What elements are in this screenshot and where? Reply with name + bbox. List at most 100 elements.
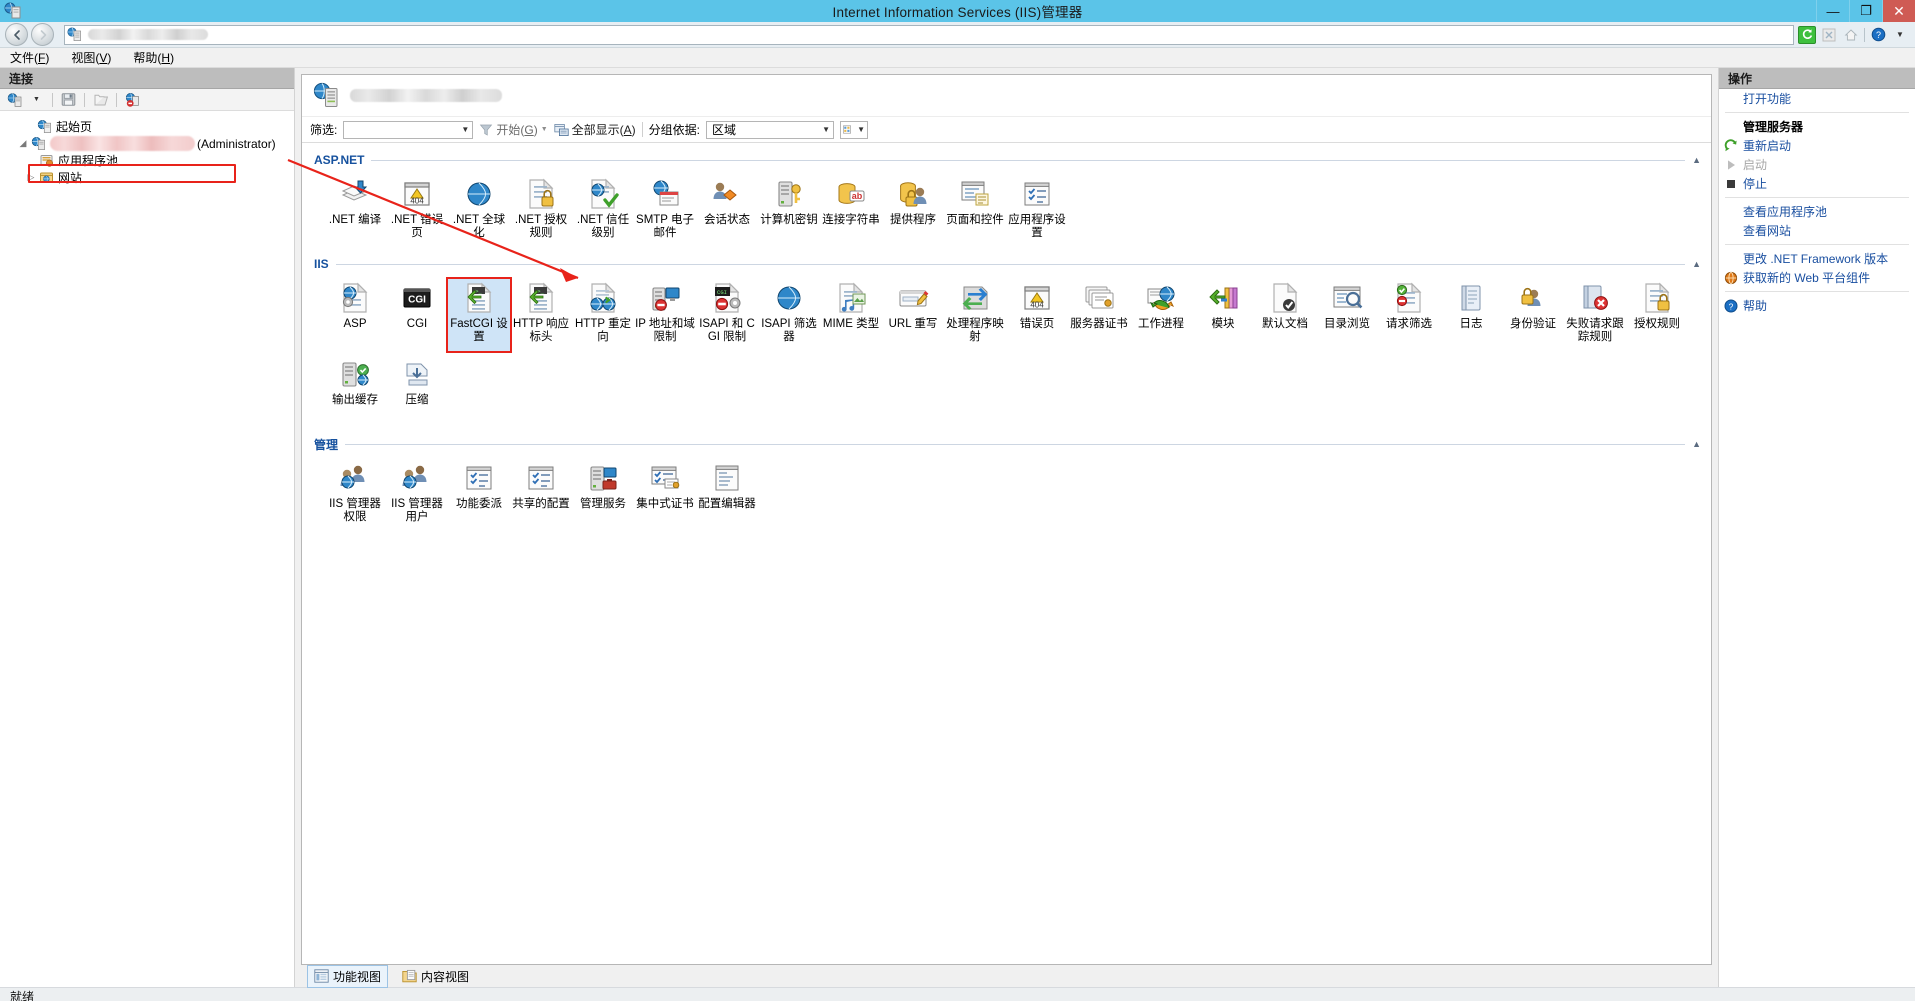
divider	[371, 159, 1686, 161]
feature-tile[interactable]: 页面和控件	[944, 175, 1006, 247]
feature-tile[interactable]: 会话状态	[696, 175, 758, 247]
groupby-select[interactable]: 区域 ▼	[706, 120, 835, 139]
disconnect-icon[interactable]	[124, 91, 141, 108]
toolbar-separator	[641, 122, 643, 137]
home-icon[interactable]	[1842, 26, 1860, 44]
save-icon[interactable]	[60, 91, 77, 108]
address-bar-tools: ? ▼	[1798, 25, 1915, 44]
http-response-headers-icon: >_	[524, 281, 558, 315]
application-settings-icon	[1020, 177, 1054, 211]
chevron-up-icon[interactable]: ▲	[1692, 155, 1701, 165]
tree-item-start-page[interactable]: 起始页	[6, 118, 294, 135]
feature-tiles: IIS 管理器权限 IIS 管理器用户 功能委派 共享的配置 管理服务 集中式证书 配置编辑…	[314, 453, 1701, 535]
feature-tile[interactable]: 管理服务	[572, 459, 634, 531]
feature-tile-label: ISAPI 筛选器	[761, 318, 817, 343]
view-mode-button[interactable]: ▼	[840, 120, 869, 139]
feature-tile[interactable]: 404 .NET 错误页	[386, 175, 448, 247]
maximize-button[interactable]: ❐	[1849, 0, 1882, 22]
tree-expand-twisty[interactable]: ◢	[16, 138, 30, 149]
feature-tile-label: 会话状态	[704, 214, 750, 226]
action-item[interactable]: 查看网站	[1719, 221, 1915, 240]
help-icon[interactable]: ?	[1869, 26, 1887, 44]
action-item[interactable]: 查看应用程序池	[1719, 202, 1915, 221]
filter-go-button[interactable]: 开始(G) ▼	[479, 121, 548, 138]
failed-request-tracing-rules-icon	[1578, 281, 1612, 315]
feature-tile[interactable]: 日志	[1440, 279, 1502, 351]
feature-tile[interactable]: >_ FastCGI 设置	[446, 277, 512, 353]
feature-tile[interactable]: 处理程序映射	[944, 279, 1006, 351]
back-button[interactable]	[5, 23, 28, 46]
feature-tile[interactable]: 功能委派	[448, 459, 510, 531]
feature-tile[interactable]: URL 重写	[882, 279, 944, 351]
refresh-icon[interactable]	[1798, 25, 1816, 44]
feature-tile[interactable]: IIS 管理器用户	[386, 459, 448, 531]
feature-tile[interactable]: 授权规则	[1626, 279, 1688, 351]
divider	[1725, 197, 1909, 198]
connect-to-server-icon[interactable]	[6, 91, 23, 108]
stop-icon[interactable]	[1820, 26, 1838, 44]
toolbar-separator	[84, 92, 85, 107]
feature-tile[interactable]: 计算机密钥	[758, 175, 820, 247]
feature-tile[interactable]: 身份验证	[1502, 279, 1564, 351]
feature-tile[interactable]: ASP	[324, 279, 386, 351]
feature-tile[interactable]: 目录浏览	[1316, 279, 1378, 351]
feature-tile[interactable]: 模块	[1192, 279, 1254, 351]
minimize-button[interactable]: —	[1816, 0, 1849, 22]
feature-tile[interactable]: SMTP 电子邮件	[634, 175, 696, 247]
action-label: 查看网站	[1743, 224, 1792, 238]
action-item[interactable]: 重新启动	[1719, 136, 1915, 155]
menu-file[interactable]: 文件(F)	[10, 49, 49, 66]
feature-tile[interactable]: 服务器证书	[1068, 279, 1130, 351]
feature-tile[interactable]: IP 地址和域限制	[634, 279, 696, 351]
menu-view[interactable]: 视图(V)	[71, 49, 111, 66]
feature-tile[interactable]: HTTP 重定向	[572, 279, 634, 351]
tab-content-view[interactable]: 内容视图	[396, 966, 475, 987]
dropdown-icon[interactable]: ▼	[1891, 26, 1909, 44]
feature-tile-label: 处理程序映射	[946, 318, 1004, 343]
feature-tile[interactable]: 工作进程	[1130, 279, 1192, 351]
forward-button[interactable]	[31, 23, 54, 46]
chevron-up-icon[interactable]: ▲	[1692, 259, 1701, 269]
tree-item-server[interactable]: ◢ (Administrator)	[6, 135, 294, 152]
tab-features-view[interactable]: 功能视图	[307, 964, 389, 988]
close-button[interactable]: ✕	[1882, 0, 1915, 22]
address-input[interactable]	[64, 24, 1794, 45]
feature-tile[interactable]: 失败请求跟踪规则	[1564, 279, 1626, 351]
feature-tile[interactable]: IIS 管理器权限	[324, 459, 386, 531]
feature-tile[interactable]: 404 错误页	[1006, 279, 1068, 351]
feature-tile[interactable]: 提供程序	[882, 175, 944, 247]
feature-tile[interactable]: .NET 编译	[324, 175, 386, 247]
action-item[interactable]: 打开功能	[1719, 89, 1915, 108]
action-item[interactable]: ? 帮助	[1719, 296, 1915, 315]
feature-tile[interactable]: .NET 信任级别	[572, 175, 634, 247]
menu-help[interactable]: 帮助(H)	[133, 49, 174, 66]
svg-text:>_: >_	[475, 288, 482, 295]
status-text: 就绪	[10, 990, 35, 1001]
feature-tile[interactable]: ab 连接字符串	[820, 175, 882, 247]
feature-tile[interactable]: 默认文档	[1254, 279, 1316, 351]
chevron-up-icon[interactable]: ▲	[1692, 439, 1701, 449]
feature-tile[interactable]: .NET 授权规则	[510, 175, 572, 247]
action-item[interactable]: 启动	[1719, 155, 1915, 174]
filter-input[interactable]: ▼	[343, 120, 474, 139]
feature-tile[interactable]: CGI ISAPI 和 CGI 限制	[696, 279, 758, 351]
feature-tile[interactable]: MIME 类型	[820, 279, 882, 351]
feature-tile[interactable]: .NET 全球化	[448, 175, 510, 247]
feature-tile[interactable]: 集中式证书	[634, 459, 696, 531]
show-all-button[interactable]: 全部显示(A)	[554, 121, 636, 138]
feature-tile[interactable]: 输出缓存	[324, 355, 386, 427]
action-item[interactable]: 获取新的 Web 平台组件	[1719, 268, 1915, 287]
feature-tile[interactable]: 共享的配置	[510, 459, 572, 531]
feature-tile[interactable]: 压缩	[386, 355, 448, 427]
feature-tile[interactable]: 请求筛选	[1378, 279, 1440, 351]
feature-tile[interactable]: CGI CGI	[386, 279, 448, 351]
feature-tile[interactable]: ISAPI 筛选器	[758, 279, 820, 351]
action-item[interactable]: 更改 .NET Framework 版本	[1719, 249, 1915, 268]
feature-tile[interactable]: 配置编辑器	[696, 459, 758, 531]
divider	[1725, 112, 1909, 113]
export-icon[interactable]	[92, 91, 109, 108]
feature-tile[interactable]: 应用程序设置	[1006, 175, 1068, 247]
feature-tile[interactable]: >_ HTTP 响应标头	[510, 279, 572, 351]
chevron-down-icon[interactable]: ▼	[28, 91, 45, 108]
action-item[interactable]: 停止	[1719, 174, 1915, 193]
